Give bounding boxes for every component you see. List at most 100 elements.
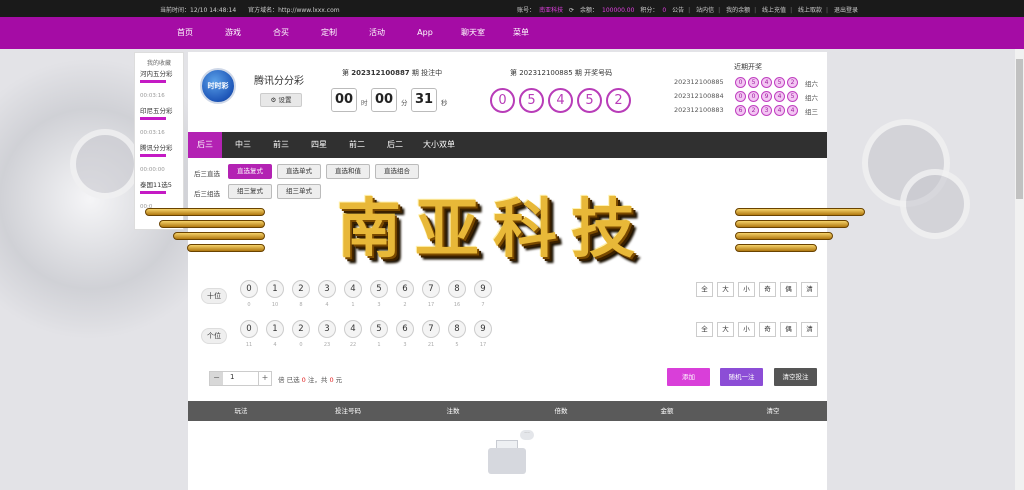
th-count: 注数 <box>446 407 460 415</box>
nav-item-app[interactable]: App <box>405 17 445 49</box>
nav-item-group-buy[interactable]: 合买 <box>261 17 301 49</box>
multiplier-value[interactable]: 1 <box>230 373 234 381</box>
quick-odd-button[interactable]: 奇 <box>759 282 776 297</box>
tab-first-three[interactable]: 前三 <box>264 132 298 158</box>
favorite-name: 印尼五分彩 <box>140 107 173 115</box>
quick-even-button[interactable]: 偶 <box>780 282 797 297</box>
tab-size-parity[interactable]: 大小双单 <box>412 132 466 158</box>
quick-small-button[interactable]: 小 <box>738 322 755 337</box>
nav-item-events[interactable]: 活动 <box>357 17 397 49</box>
digit-ball[interactable]: 1 <box>266 280 284 298</box>
subplay-direct-single[interactable]: 直选单式 <box>277 164 321 179</box>
digit-ball[interactable]: 6 <box>396 320 414 338</box>
refresh-icon[interactable]: ⟳ <box>569 7 574 14</box>
missing-count: 0 <box>299 342 303 348</box>
clear-bets-button[interactable]: 清空投注 <box>774 368 817 386</box>
favorite-countdown: 00:03:16 <box>140 93 165 99</box>
timer-minutes-unit: 分 <box>401 99 408 107</box>
digit-ball[interactable]: 4 <box>344 320 362 338</box>
lottery-logo: 时时彩 <box>200 68 236 104</box>
topbar-link-withdraw[interactable]: 线上取款 <box>798 7 822 14</box>
tab-middle-three[interactable]: 中三 <box>226 132 260 158</box>
favorite-item[interactable]: 印尼五分彩 <box>135 105 183 124</box>
digit-ball[interactable]: 3 <box>318 320 336 338</box>
topbar-link-notice[interactable]: 公告 <box>672 7 684 14</box>
subplay-label: 后三组选 <box>194 190 220 198</box>
recent-title: 近期开奖 <box>734 63 762 71</box>
subplay-direct-combo[interactable]: 直选组合 <box>375 164 419 179</box>
tab-last-three[interactable]: 后三 <box>188 132 222 158</box>
recent-row: 202312100885 0 5 4 5 2 组六 <box>674 76 824 88</box>
digit-ball[interactable]: 9 <box>474 320 492 338</box>
digit-ball[interactable]: 5 <box>370 280 388 298</box>
tab-first-two[interactable]: 前二 <box>340 132 374 158</box>
digit-ball[interactable]: 0 <box>240 320 258 338</box>
digit-ball[interactable]: 3 <box>318 280 336 298</box>
digit-ball[interactable]: 9 <box>474 280 492 298</box>
add-bet-button[interactable]: 添加 <box>667 368 710 386</box>
subplay-label: 后三直选 <box>194 170 220 178</box>
decor-ball <box>70 129 140 199</box>
quick-clear-button[interactable]: 清 <box>801 322 818 337</box>
quick-clear-button[interactable]: 清 <box>801 282 818 297</box>
recent-ball: 0 <box>748 91 759 102</box>
subplay-group3-single[interactable]: 组三单式 <box>277 184 321 199</box>
multiplier-stepper[interactable]: − 1 + <box>209 371 272 386</box>
settings-button[interactable]: ⚙ 设置 <box>260 93 302 107</box>
quick-all-button[interactable]: 全 <box>696 282 713 297</box>
quick-small-button[interactable]: 小 <box>738 282 755 297</box>
topbar-link-logout[interactable]: 退出登录 <box>834 7 858 14</box>
digit-ball[interactable]: 7 <box>422 320 440 338</box>
bet-info-suffix: 元 <box>335 376 343 384</box>
topbar-link-deposit[interactable]: 线上充值 <box>762 7 786 14</box>
nav-item-custom[interactable]: 定制 <box>309 17 349 49</box>
nav-item-home[interactable]: 首页 <box>165 17 205 49</box>
quick-big-button[interactable]: 大 <box>717 322 734 337</box>
tab-last-two[interactable]: 后二 <box>378 132 412 158</box>
digit-ball[interactable]: 5 <box>370 320 388 338</box>
digit-ball[interactable]: 4 <box>344 280 362 298</box>
missing-count: 21 <box>427 342 435 348</box>
digit-ball[interactable]: 2 <box>292 280 310 298</box>
draw-ball: 4 <box>548 88 573 113</box>
page-scrollbar[interactable] <box>1015 49 1024 490</box>
topbar-link-balance[interactable]: 我的余额 <box>726 7 750 14</box>
digit-ball[interactable]: 1 <box>266 320 284 338</box>
recent-group: 组三 <box>805 108 818 116</box>
quick-odd-button[interactable]: 奇 <box>759 322 776 337</box>
subplay-group3-multi[interactable]: 组三复式 <box>228 184 272 199</box>
quick-even-button[interactable]: 偶 <box>780 322 797 337</box>
digit-ball[interactable]: 6 <box>396 280 414 298</box>
recent-ball: 0 <box>735 77 746 88</box>
issue-status: 期 投注中 <box>411 69 443 77</box>
scrollbar-thumb[interactable] <box>1016 59 1023 199</box>
recent-ball: 4 <box>774 91 785 102</box>
favorite-item[interactable]: 腾讯分分彩 <box>135 142 183 161</box>
digit-ball[interactable]: 0 <box>240 280 258 298</box>
favorite-item[interactable]: 泰国11选5 <box>135 179 183 198</box>
subplay-direct-multi[interactable]: 直选复式 <box>228 164 272 179</box>
nav-item-menu[interactable]: 菜单 <box>501 17 541 49</box>
empty-inbox-icon: ··· <box>486 430 534 480</box>
topbar-link-inbox[interactable]: 站内信 <box>696 7 714 14</box>
digit-ball[interactable]: 8 <box>448 320 466 338</box>
multiplier-minus[interactable]: − <box>210 372 223 385</box>
nav-item-games[interactable]: 游戏 <box>213 17 253 49</box>
digit-ball[interactable]: 8 <box>448 280 466 298</box>
missing-count: 5 <box>455 342 459 348</box>
random-bet-button[interactable]: 随机一注 <box>720 368 763 386</box>
th-clear[interactable]: 清空 <box>740 401 806 421</box>
tab-four-star[interactable]: 四星 <box>302 132 336 158</box>
multiplier-plus[interactable]: + <box>258 372 271 385</box>
favorite-item[interactable]: 河内五分彩 <box>135 68 183 87</box>
lottery-name: 腾讯分分彩 <box>254 76 304 87</box>
digit-ball[interactable]: 2 <box>292 320 310 338</box>
quick-big-button[interactable]: 大 <box>717 282 734 297</box>
digit-ball[interactable]: 7 <box>422 280 440 298</box>
quick-all-button[interactable]: 全 <box>696 322 713 337</box>
subplay-direct-sum[interactable]: 直选和值 <box>326 164 370 179</box>
th-play: 玩法 <box>234 407 248 415</box>
nav-item-chat[interactable]: 聊天室 <box>453 17 493 49</box>
subplay-row-group: 后三组选 组三复式 组三单式 <box>188 184 827 202</box>
recent-ball: 0 <box>735 91 746 102</box>
